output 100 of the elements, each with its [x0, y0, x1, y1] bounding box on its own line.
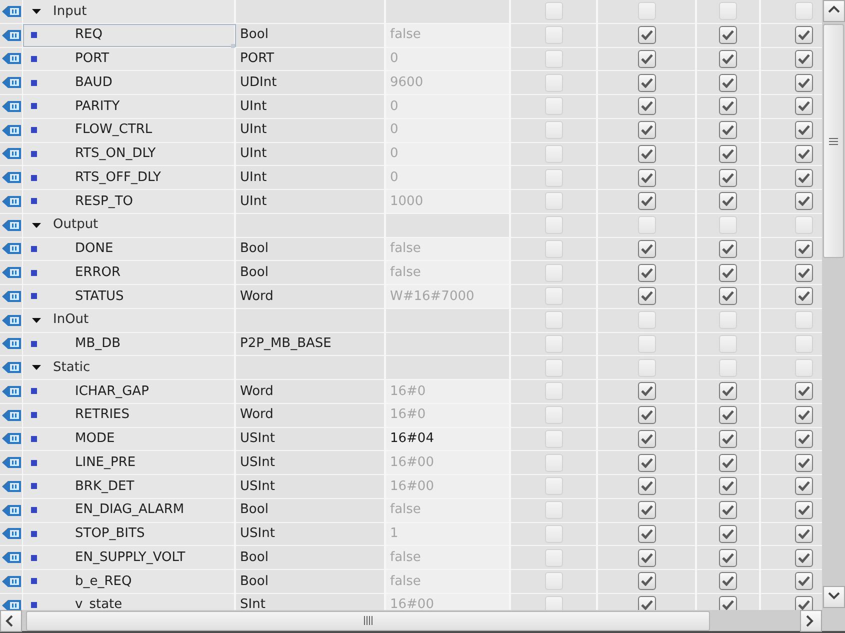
checkbox[interactable] — [719, 501, 737, 520]
checkbox[interactable] — [719, 287, 737, 306]
checkbox[interactable] — [638, 26, 656, 44]
name-cell[interactable]: RESP_TO — [23, 190, 236, 213]
checkbox[interactable] — [719, 168, 737, 187]
checkbox[interactable] — [638, 287, 656, 306]
name-cell[interactable]: REQ — [23, 24, 236, 46]
checkbox[interactable] — [795, 548, 813, 567]
checkbox[interactable] — [795, 287, 813, 306]
name-cell[interactable]: RTS_OFF_DLY — [23, 166, 236, 189]
name-cell[interactable]: STATUS — [23, 285, 236, 308]
checkbox[interactable] — [638, 144, 656, 163]
checkbox[interactable] — [719, 430, 737, 448]
name-cell[interactable]: STOP_BITS — [23, 522, 236, 546]
checkbox[interactable] — [638, 524, 656, 543]
checkbox[interactable] — [638, 264, 656, 282]
checkbox[interactable] — [795, 97, 813, 116]
checkbox[interactable] — [638, 240, 656, 258]
checkbox[interactable] — [719, 26, 737, 44]
name-cell[interactable]: InOut — [23, 308, 236, 332]
checkbox[interactable] — [795, 382, 813, 400]
checkbox[interactable] — [795, 454, 813, 472]
checkbox[interactable] — [638, 74, 656, 92]
name-cell[interactable]: Input — [23, 0, 236, 23]
checkbox[interactable] — [795, 168, 813, 187]
checkbox[interactable] — [638, 382, 656, 400]
name-cell[interactable]: v_state — [23, 594, 236, 610]
checkbox[interactable] — [795, 524, 813, 543]
name-cell[interactable]: FLOW_CTRL — [23, 118, 236, 142]
scroll-left-button[interactable] — [0, 610, 22, 632]
name-cell[interactable]: RETRIES — [23, 404, 236, 426]
name-cell[interactable]: ERROR — [23, 261, 236, 284]
checkbox[interactable] — [719, 454, 737, 472]
checkbox[interactable] — [795, 50, 813, 68]
checkbox[interactable] — [638, 430, 656, 448]
checkbox[interactable] — [719, 524, 737, 543]
checkbox[interactable] — [638, 168, 656, 187]
checkbox[interactable] — [719, 596, 737, 610]
name-cell[interactable]: RTS_ON_DLY — [23, 142, 236, 166]
checkbox[interactable] — [719, 572, 737, 590]
name-cell[interactable]: BAUD — [23, 71, 236, 94]
checkbox[interactable] — [795, 477, 813, 496]
scroll-up-button[interactable] — [822, 0, 844, 22]
checkbox[interactable] — [719, 406, 737, 424]
checkbox[interactable] — [795, 596, 813, 610]
checkbox[interactable] — [795, 121, 813, 140]
checkbox[interactable] — [719, 97, 737, 116]
name-cell[interactable]: DONE — [23, 238, 236, 260]
caret-down-icon[interactable] — [32, 316, 41, 325]
name-cell[interactable]: Output — [23, 214, 236, 236]
checkbox[interactable] — [795, 240, 813, 258]
checkbox[interactable] — [795, 192, 813, 210]
checkbox[interactable] — [719, 74, 737, 92]
checkbox[interactable] — [795, 430, 813, 448]
name-cell[interactable]: EN_DIAG_ALARM — [23, 498, 236, 522]
vertical-scrollbar[interactable] — [822, 0, 845, 610]
checkbox[interactable] — [719, 121, 737, 140]
checkbox[interactable] — [638, 477, 656, 496]
checkbox[interactable] — [795, 572, 813, 590]
caret-down-icon[interactable] — [32, 363, 41, 372]
checkbox[interactable] — [638, 121, 656, 140]
scrollbar-thumb[interactable] — [26, 610, 710, 630]
checkbox[interactable] — [638, 192, 656, 210]
checkbox[interactable] — [719, 192, 737, 210]
checkbox[interactable] — [719, 477, 737, 496]
name-cell[interactable]: b_e_REQ — [23, 570, 236, 593]
name-cell[interactable]: PARITY — [23, 95, 236, 118]
name-cell[interactable]: PORT — [23, 48, 236, 70]
scrollbar-thumb[interactable] — [823, 24, 844, 258]
name-cell[interactable]: MODE — [23, 428, 236, 450]
checkbox[interactable] — [795, 144, 813, 163]
checkbox[interactable] — [638, 406, 656, 424]
fill-handle-icon[interactable] — [231, 44, 235, 48]
scroll-down-button[interactable] — [822, 586, 844, 608]
name-cell[interactable]: MB_DB — [23, 332, 236, 356]
checkbox[interactable] — [638, 97, 656, 116]
checkbox[interactable] — [795, 264, 813, 282]
name-cell[interactable]: ICHAR_GAP — [23, 380, 236, 403]
horizontal-scrollbar[interactable] — [0, 610, 845, 633]
checkbox[interactable] — [719, 50, 737, 68]
checkbox[interactable] — [795, 406, 813, 424]
name-cell[interactable]: Static — [23, 356, 236, 379]
checkbox[interactable] — [638, 596, 656, 610]
caret-down-icon[interactable] — [32, 6, 41, 16]
checkbox[interactable] — [719, 382, 737, 400]
name-cell[interactable]: BRK_DET — [23, 475, 236, 498]
scroll-right-button[interactable] — [800, 610, 822, 632]
caret-down-icon[interactable] — [32, 220, 41, 230]
checkbox[interactable] — [638, 50, 656, 68]
checkbox[interactable] — [638, 501, 656, 520]
name-cell[interactable]: LINE_PRE — [23, 451, 236, 474]
checkbox[interactable] — [719, 144, 737, 163]
checkbox[interactable] — [795, 74, 813, 92]
checkbox[interactable] — [638, 548, 656, 567]
checkbox[interactable] — [795, 26, 813, 44]
checkbox[interactable] — [638, 454, 656, 472]
checkbox[interactable] — [795, 501, 813, 520]
name-cell[interactable]: EN_SUPPLY_VOLT — [23, 546, 236, 569]
checkbox[interactable] — [719, 264, 737, 282]
checkbox[interactable] — [638, 572, 656, 590]
